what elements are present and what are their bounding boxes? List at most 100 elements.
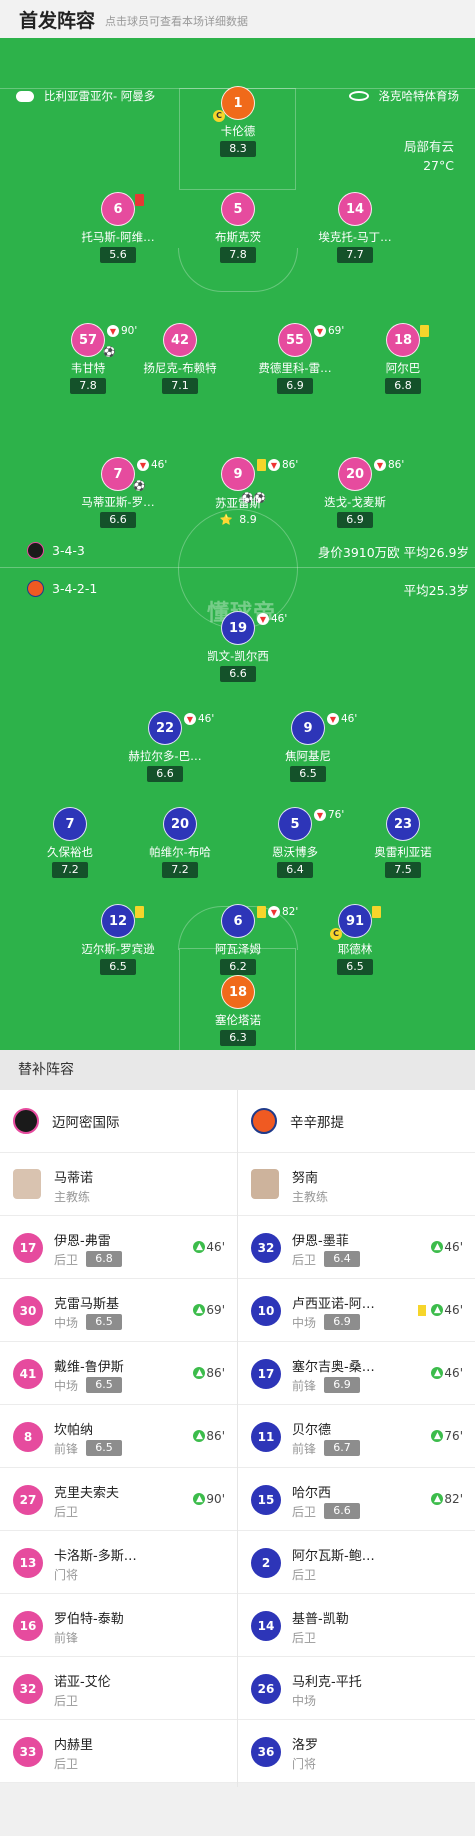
away-player-22[interactable]: 22 ▼ 46' 赫拉尔多-巴… 6.6	[110, 711, 220, 791]
pitch: 比利亚雷亚尔- 阿曼多 洛克哈特体育场 局部有云 27°C 懂球帝 3-4-3 …	[0, 38, 475, 1050]
away-player-6[interactable]: 6 ▼ 82' 阿瓦泽姆 6.2	[183, 904, 298, 984]
home-player-6[interactable]: 6 托马斯-阿维… 5.6	[63, 192, 173, 272]
player-position: 后卫	[292, 1505, 317, 1519]
away-player-18[interactable]: 18 塞伦塔诺 6.3	[183, 975, 293, 1050]
player-position: 中场	[292, 1316, 317, 1330]
away-player-9[interactable]: 9 ▼ 46' 焦阿基尼 6.5	[253, 711, 363, 791]
player-rating: 6.9	[277, 378, 313, 394]
player-rating: 6.6	[324, 1503, 360, 1519]
sub-player-row[interactable]: 16 罗伯特-泰勒 前锋	[0, 1594, 237, 1657]
player-number: 20	[338, 457, 372, 491]
star-icon: ⭐	[219, 514, 233, 526]
sub-on-time: ▲ 69'	[193, 1303, 225, 1317]
yellow-card-icon	[420, 325, 429, 337]
away-player-12[interactable]: 12 迈尔斯-罗宾逊 6.5	[63, 904, 173, 984]
player-name: 马蒂亚斯-罗…	[81, 495, 155, 509]
sub-player-row[interactable]: 36 洛罗 门将	[238, 1720, 475, 1783]
sub-player-row[interactable]: 11 贝尔德 前锋 6.7 ▲ 76'	[238, 1405, 475, 1468]
home-team-name: 比利亚雷亚尔- 阿曼多	[44, 89, 156, 103]
home-player-1[interactable]: 1 C 卡伦德 8.3	[183, 86, 293, 166]
captain-badge: C	[330, 928, 342, 940]
sub-minute: 46'	[341, 713, 358, 725]
sub-player-row[interactable]: 15 哈尔西 后卫 6.6 ▲ 82'	[238, 1468, 475, 1531]
page-title: 首发阵容	[19, 9, 96, 32]
player-name: 卡伦德	[220, 124, 256, 138]
team-name: 辛辛那提	[290, 1115, 344, 1131]
player-name: 洛罗	[292, 1738, 319, 1753]
away-player-23[interactable]: 23 奥雷利亚诺 7.5	[348, 807, 458, 887]
player-position: 后卫	[292, 1568, 317, 1582]
player-rating: 6.8	[86, 1251, 122, 1267]
home-player-55[interactable]: 55 ▼ 69' 费德里科-雷… 6.9	[240, 323, 350, 403]
player-number: 20	[163, 807, 197, 841]
player-number: 55	[278, 323, 312, 357]
away-player-5[interactable]: 5 ▼ 76' 恩沃博多 6.4	[240, 807, 350, 887]
home-player-9[interactable]: 9 ▼ 86' ⚽⚽ 苏亚雷斯 ⭐ 8.9	[183, 457, 298, 537]
player-rating: 6.9	[337, 512, 373, 528]
sub-player-row[interactable]: 27 克里夫索夫 后卫 ▲ 90'	[0, 1468, 237, 1531]
sub-player-row[interactable]: 26 马利克-平托 中场	[238, 1657, 475, 1720]
home-player-18[interactable]: 18 阿尔巴 6.8	[348, 323, 458, 403]
sub-player-row[interactable]: 14 基普-凯勒 后卫	[238, 1594, 475, 1657]
sub-on-icon: ▲	[431, 1304, 444, 1316]
sub-on-time: ▲ 90'	[193, 1492, 225, 1506]
home-formation: 3-4-3	[52, 543, 85, 558]
venue-name: 洛克哈特体育场	[378, 89, 460, 103]
yellow-card-icon	[372, 906, 381, 918]
sub-player-row[interactable]: 8 坎帕纳 前锋 6.5 ▲ 86'	[0, 1405, 237, 1468]
player-number: 17	[251, 1359, 281, 1389]
away-team-row[interactable]: 辛辛那提	[238, 1090, 475, 1153]
sub-on-icon: ▲	[431, 1430, 444, 1442]
player-number: 42	[163, 323, 197, 357]
sub-minute: 46'	[198, 713, 215, 725]
player-rating: 7.2	[52, 862, 88, 878]
player-number: 23	[386, 807, 420, 841]
home-team-row[interactable]: 迈阿密国际	[0, 1090, 237, 1153]
sub-off-icon: ▼	[107, 325, 119, 337]
player-name: 内赫里	[54, 1738, 94, 1753]
player-rating: 6.5	[86, 1314, 122, 1330]
sub-player-row[interactable]: 17 塞尔吉奥-桑… 前锋 6.9 ▲ 46'	[238, 1342, 475, 1405]
yellow-card-icon	[418, 1304, 427, 1316]
sub-player-row[interactable]: 13 卡洛斯-多斯… 门将	[0, 1531, 237, 1594]
away-player-7[interactable]: 7 久保裕也 7.2	[15, 807, 125, 887]
sub-player-row[interactable]: 32 伊恩-墨菲 后卫 6.4 ▲ 46'	[238, 1216, 475, 1279]
away-team-age: 平均25.3岁	[403, 583, 469, 598]
player-rating: 5.6	[100, 247, 136, 263]
player-position: 中场	[54, 1379, 79, 1393]
home-player-7[interactable]: 7 ▼ 46' ⚽ 马蒂亚斯-罗… 6.6	[63, 457, 173, 537]
player-name: 克雷马斯基	[54, 1297, 120, 1312]
home-player-42[interactable]: 42 扬尼克-布赖特 7.1	[125, 323, 235, 403]
home-player-5[interactable]: 5 布斯克茨 7.8	[183, 192, 293, 272]
home-coach-row[interactable]: 马蒂诺 主教练	[0, 1153, 237, 1216]
sub-off-icon: ▼	[137, 459, 149, 471]
sub-player-row[interactable]: 30 克雷马斯基 中场 6.5 ▲ 69'	[0, 1279, 237, 1342]
player-position: 门将	[292, 1757, 317, 1771]
sub-on-icon: ▲	[193, 1304, 206, 1316]
player-name: 克里夫索夫	[54, 1486, 120, 1501]
player-rating: 7.2	[162, 862, 198, 878]
home-formation-row: 3-4-3	[27, 542, 85, 559]
away-player-20[interactable]: 20 帕维尔-布哈 7.2	[125, 807, 235, 887]
player-name: 诺亚-艾伦	[54, 1675, 111, 1690]
away-subs-column: 辛辛那提 努南 主教练 32 伊恩-墨菲 后卫 6.4 ▲ 46' 10 卢西亚诺-阿… 中场 6…	[238, 1090, 475, 1783]
away-coach-row[interactable]: 努南 主教练	[238, 1153, 475, 1216]
sub-minute: 82'	[444, 1492, 463, 1506]
home-player-14[interactable]: 14 埃克托-马丁… 7.7	[300, 192, 410, 272]
sub-player-row[interactable]: 32 诺亚-艾伦 后卫	[0, 1657, 237, 1720]
sub-player-row[interactable]: 41 戴维-鲁伊斯 中场 6.5 ▲ 86'	[0, 1342, 237, 1405]
sub-player-row[interactable]: 33 内赫里 后卫	[0, 1720, 237, 1783]
player-name: 恩沃博多	[272, 845, 318, 859]
player-rating: 6.3	[220, 1030, 256, 1046]
sub-off-icon: ▼	[314, 809, 326, 821]
player-name: 哈尔西	[292, 1486, 332, 1501]
home-player-20[interactable]: 20 ▼ 86' 迭戈-戈麦斯 6.9	[300, 457, 410, 537]
sub-player-row[interactable]: 10 卢西亚诺-阿… 中场 6.9 ▲ 46'	[238, 1279, 475, 1342]
away-player-19[interactable]: 19 ▼ 46' 凯文-凯尔西 6.6	[183, 611, 293, 691]
sub-player-row[interactable]: 2 阿尔瓦斯-鲍… 后卫	[238, 1531, 475, 1594]
away-player-91[interactable]: 91 C 耶德林 6.5	[300, 904, 410, 984]
sub-player-row[interactable]: 17 伊恩-弗雷 后卫 6.8 ▲ 46'	[0, 1216, 237, 1279]
sub-on-icon: ▲	[193, 1493, 206, 1505]
sub-minute: 46'	[271, 613, 288, 625]
sub-on-time: ▲ 86'	[193, 1429, 225, 1443]
